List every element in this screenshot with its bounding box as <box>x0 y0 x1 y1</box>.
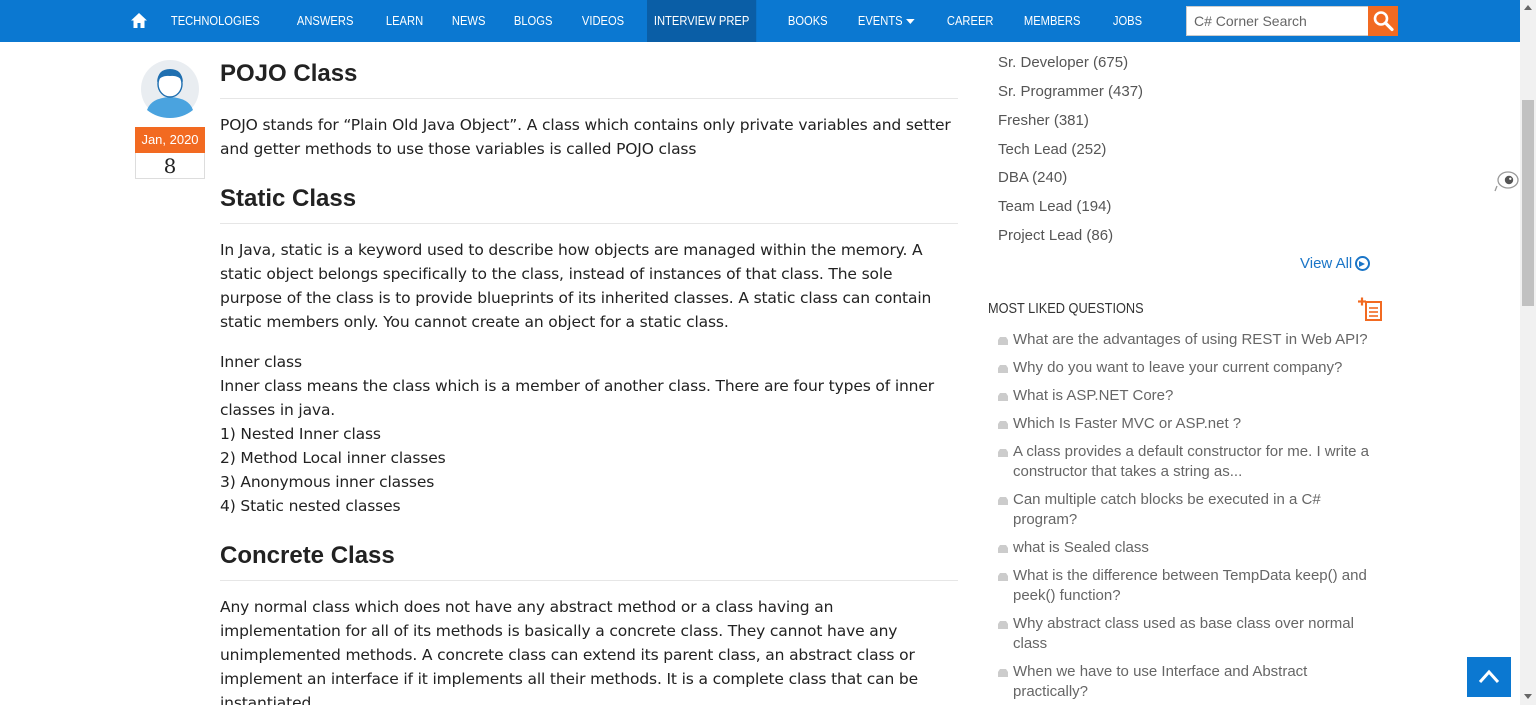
view-all-link[interactable]: View All <box>1300 255 1371 272</box>
bullet-icon <box>998 421 1008 429</box>
static-class-text: In Java, static is a keyword used to des… <box>220 241 932 331</box>
scroll-up-arrow-icon[interactable] <box>1524 5 1532 10</box>
question-text: What is ASP.NET Core? <box>1013 387 1174 404</box>
chevron-up-icon <box>1478 669 1500 684</box>
most-liked-questions-heading: MOST LIKED QUESTIONS <box>988 300 1144 317</box>
bullet-icon <box>998 449 1008 457</box>
arrow-circle-right-icon <box>1355 256 1371 271</box>
concrete-class-text: Any normal class which does not have any… <box>220 598 918 705</box>
role-link[interactable]: Sr. Programmer (437) <box>998 83 1143 100</box>
question-link[interactable]: Which Is Faster MVC or ASP.net ? <box>998 414 1378 434</box>
question-link[interactable]: What are the advantages of using REST in… <box>998 330 1378 350</box>
inner-class-type: 4) Static nested classes <box>220 497 401 515</box>
inner-class-type: 1) Nested Inner class <box>220 425 381 443</box>
inner-class-text: Inner class means the class which is a m… <box>220 377 934 419</box>
question-text: Why abstract class used as base class ov… <box>1013 615 1354 652</box>
bullet-icon <box>998 365 1008 373</box>
nav-item-interview-prep[interactable]: INTERVIEW PREP <box>647 0 757 42</box>
pojo-class-text: POJO stands for “Plain Old Java Object”.… <box>220 116 951 158</box>
nav-item-videos[interactable]: VIDEOS <box>575 0 631 42</box>
nav-item-blogs[interactable]: BLOGS <box>507 0 559 42</box>
question-link[interactable]: Can multiple catch blocks be executed in… <box>998 490 1378 530</box>
question-text: Why do you want to leave your current co… <box>1013 359 1343 376</box>
bullet-icon <box>998 621 1008 629</box>
avatar[interactable] <box>141 60 199 118</box>
inner-class-type: 3) Anonymous inner classes <box>220 473 435 491</box>
eye-icon[interactable] <box>1494 170 1520 192</box>
bullet-icon <box>998 669 1008 677</box>
static-class-heading: Static Class <box>220 185 958 224</box>
scrollbar-thumb[interactable] <box>1522 100 1534 306</box>
question-text: When we have to use Interface and Abstra… <box>1013 663 1308 700</box>
scroll-down-arrow-icon[interactable] <box>1524 694 1532 699</box>
inner-class-type: 2) Method Local inner classes <box>220 449 446 467</box>
nav-item-learn[interactable]: LEARN <box>379 0 430 42</box>
role-link[interactable]: Fresher (381) <box>998 112 1089 129</box>
nav-item-events[interactable]: EVENTS <box>851 0 922 42</box>
bullet-icon <box>998 337 1008 345</box>
nav-item-events-label: EVENTS <box>857 13 903 28</box>
question-text: What are the advantages of using REST in… <box>1013 331 1368 348</box>
nav-item-technologies[interactable]: TECHNOLOGIES <box>164 0 267 42</box>
bullet-icon <box>998 497 1008 505</box>
nav-item-answers[interactable]: ANSWERS <box>290 0 360 42</box>
role-link[interactable]: Project Lead (86) <box>998 227 1113 244</box>
question-link[interactable]: what is Sealed class <box>998 538 1378 558</box>
view-all-label: View All <box>1300 255 1353 272</box>
question-text: what is Sealed class <box>1013 539 1149 556</box>
inner-class-heading: Inner class <box>220 353 302 371</box>
role-link[interactable]: DBA (240) <box>998 169 1067 186</box>
question-link[interactable]: What is the difference between TempData … <box>998 566 1378 606</box>
question-text: Can multiple catch blocks be executed in… <box>1013 491 1321 528</box>
question-text: A class provides a default constructor f… <box>1013 443 1369 480</box>
nav-item-news[interactable]: NEWS <box>445 0 492 42</box>
question-link[interactable]: What is ASP.NET Core? <box>998 386 1378 406</box>
pojo-class-heading: POJO Class <box>220 60 958 99</box>
question-link[interactable]: A class provides a default constructor f… <box>998 442 1378 482</box>
back-to-top-button[interactable] <box>1467 657 1511 697</box>
nav-item-books[interactable]: BOOKS <box>781 0 835 42</box>
add-question-icon[interactable] <box>1358 297 1384 323</box>
question-link[interactable]: Why abstract class used as base class ov… <box>998 614 1378 654</box>
right-sidebar: Sr. Developer (675) Sr. Programmer (437)… <box>988 0 1388 705</box>
most-liked-questions-list: What are the advantages of using REST in… <box>998 330 1378 705</box>
chevron-down-icon <box>905 19 915 25</box>
home-icon[interactable] <box>130 12 148 29</box>
role-link[interactable]: Tech Lead (252) <box>998 141 1106 158</box>
bullet-icon <box>998 545 1008 553</box>
question-text: Which Is Faster MVC or ASP.net ? <box>1013 415 1242 432</box>
concrete-class-heading: Concrete Class <box>220 542 958 581</box>
question-text: What is the difference between TempData … <box>1013 567 1367 604</box>
post-date-badge: Jan, 2020 <box>135 127 205 153</box>
role-link[interactable]: Team Lead (194) <box>998 198 1111 215</box>
question-link[interactable]: Why do you want to leave your current co… <box>998 358 1378 378</box>
bullet-icon <box>998 573 1008 581</box>
article-content: POJO Class POJO stands for “Plain Old Ja… <box>220 60 958 705</box>
role-link[interactable]: Sr. Developer (675) <box>998 54 1128 71</box>
question-link[interactable]: When we have to use Interface and Abstra… <box>998 662 1378 702</box>
post-count: 8 <box>135 153 205 179</box>
bullet-icon <box>998 393 1008 401</box>
